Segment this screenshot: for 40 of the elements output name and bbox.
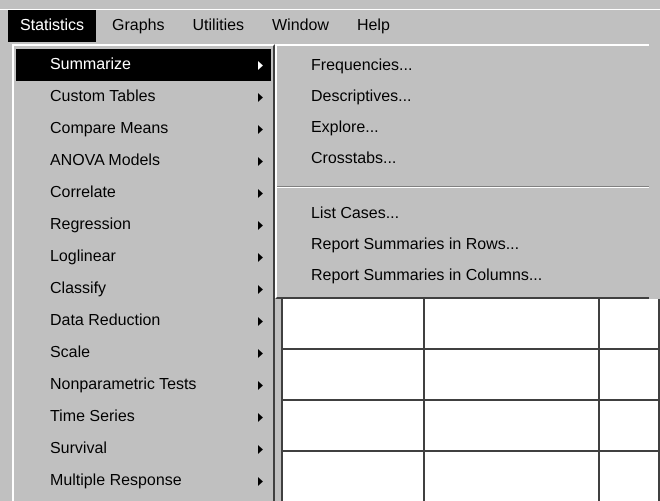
submenu-arrow-icon: [258, 220, 263, 230]
submenu-item[interactable]: Crosstabs...: [277, 143, 649, 174]
menu-bar-item[interactable]: Statistics: [8, 10, 96, 42]
submenu-arrow-icon: [258, 316, 263, 326]
menu-bar-item[interactable]: Window: [260, 10, 341, 42]
menu-item[interactable]: Survival: [16, 433, 271, 465]
menu-item[interactable]: Data Reduction: [16, 305, 271, 337]
menu-item[interactable]: Custom Tables: [16, 81, 271, 113]
submenu-arrow-icon: [258, 348, 263, 358]
submenu-item[interactable]: Frequencies...: [277, 50, 649, 81]
submenu-arrow-icon: [258, 156, 263, 166]
menu-bar-item[interactable]: Help: [344, 10, 402, 42]
submenu-arrow-icon: [258, 380, 263, 390]
menu-item[interactable]: Regression: [16, 209, 271, 241]
menu-item[interactable]: Compare Means: [16, 113, 271, 145]
menu-item[interactable]: Multiple Response: [16, 465, 271, 497]
menu-item[interactable]: Nonparametric Tests: [16, 369, 271, 401]
submenu-arrow-icon: [258, 60, 263, 70]
submenu-item[interactable]: List Cases...: [277, 198, 649, 229]
submenu-arrow-icon: [258, 412, 263, 422]
menu-item[interactable]: Correlate: [16, 177, 271, 209]
submenu-item[interactable]: Report Summaries in Columns...: [277, 260, 649, 291]
submenu-arrow-icon: [258, 444, 263, 454]
menu-bar-item[interactable]: Graphs: [100, 10, 176, 42]
submenu-arrow-icon: [258, 476, 263, 486]
submenu-arrow-icon: [258, 92, 263, 102]
menu-item[interactable]: Scale: [16, 337, 271, 369]
submenu-arrow-icon: [258, 124, 263, 134]
menu-bar-item[interactable]: Utilities: [180, 10, 256, 42]
menu-item[interactable]: Classify: [16, 273, 271, 305]
submenu-arrow-icon: [258, 188, 263, 198]
submenu-arrow-icon: [258, 252, 263, 262]
submenu-item[interactable]: Explore...: [277, 112, 649, 143]
menu-item[interactable]: Summarize: [16, 49, 271, 81]
menu-item[interactable]: Time Series: [16, 401, 271, 433]
submenu-arrow-icon: [258, 284, 263, 294]
submenu-item[interactable]: Report Summaries in Rows...: [277, 229, 649, 260]
submenu-item[interactable]: Descriptives...: [277, 81, 649, 112]
menu-item[interactable]: ANOVA Models: [16, 145, 271, 177]
menu-item[interactable]: Loglinear: [16, 241, 271, 273]
